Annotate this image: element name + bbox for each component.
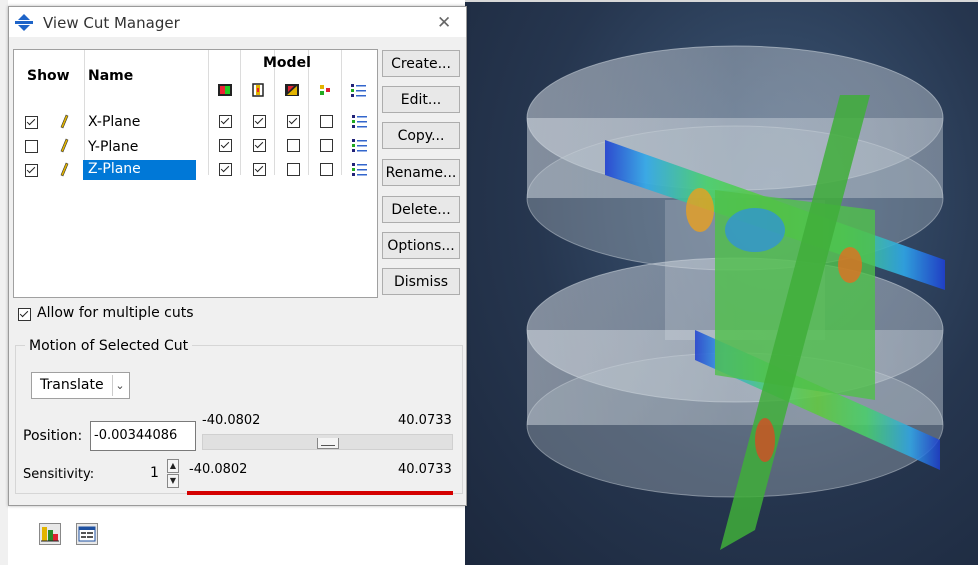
list-icon[interactable]	[351, 137, 369, 153]
delete-button[interactable]: Delete...	[382, 196, 460, 223]
contour-fill-icon[interactable]	[217, 82, 233, 98]
model-checkbox[interactable]	[219, 139, 232, 152]
model-checkbox[interactable]	[253, 139, 266, 152]
position-input[interactable]: -0.00344086	[90, 421, 196, 451]
motion-mode-select[interactable]: Translate ⌄	[31, 372, 130, 399]
pencil-icon[interactable]	[59, 114, 69, 130]
list-icon[interactable]	[351, 161, 369, 177]
motion-group-title: Motion of Selected Cut	[25, 338, 193, 354]
viewport-annotation-icon[interactable]	[76, 523, 98, 545]
sensitivity-min-label: -40.0802	[189, 462, 248, 477]
pencil-icon[interactable]	[59, 162, 69, 178]
sensitivity-down-button[interactable]: ▼	[167, 474, 179, 488]
free-body-icon[interactable]	[317, 82, 333, 98]
model-checkbox[interactable]	[287, 139, 300, 152]
show-checkbox[interactable]	[25, 116, 38, 129]
left-toolbox-strip	[0, 0, 8, 565]
model-checkbox[interactable]	[287, 115, 300, 128]
show-checkbox[interactable]	[25, 164, 38, 177]
chevron-down-icon[interactable]: ⌄	[112, 375, 127, 396]
model-checkbox[interactable]	[253, 115, 266, 128]
close-icon[interactable]: ✕	[437, 13, 451, 33]
show-checkbox[interactable]	[25, 140, 38, 153]
position-min-label: -40.0802	[202, 413, 261, 428]
dismiss-button[interactable]: Dismiss	[382, 268, 460, 295]
sensitivity-max-label: 40.0733	[398, 462, 452, 477]
list-icon[interactable]	[351, 113, 369, 129]
pencil-icon[interactable]	[59, 138, 69, 154]
header-name[interactable]: Name	[88, 68, 133, 84]
column-divider	[240, 50, 241, 175]
header-show[interactable]: Show	[27, 68, 70, 84]
cut-name[interactable]: Y-Plane	[88, 139, 138, 155]
position-slider-thumb[interactable]	[316, 438, 339, 449]
sensitivity-up-button[interactable]: ▲	[167, 459, 179, 473]
column-divider	[208, 50, 209, 175]
dialog-title: View Cut Manager	[43, 14, 180, 32]
column-divider	[84, 50, 85, 175]
dialog-titlebar[interactable]: View Cut Manager ✕	[9, 7, 466, 37]
model-checkbox[interactable]	[320, 139, 333, 152]
view-cut-manager-dialog: View Cut Manager ✕ Show Name Model X-Pla…	[8, 6, 467, 506]
position-value: -0.00344086	[94, 428, 178, 443]
allow-multiple-label[interactable]: Allow for multiple cuts	[37, 305, 194, 321]
model-viewport[interactable]	[465, 0, 978, 565]
column-divider	[341, 50, 342, 175]
model-checkbox[interactable]	[253, 163, 266, 176]
allow-multiple-checkbox[interactable]	[18, 308, 31, 321]
cut-name[interactable]: Z-Plane	[83, 160, 196, 180]
header-model[interactable]: Model	[263, 55, 311, 71]
sensitivity-range-bar	[187, 491, 453, 495]
options-button[interactable]: Options...	[382, 232, 460, 259]
view-cut-tool-icon[interactable]	[39, 523, 61, 545]
cut-name[interactable]: X-Plane	[88, 114, 140, 130]
model-checkbox[interactable]	[320, 163, 333, 176]
model-checkbox[interactable]	[320, 115, 333, 128]
model-checkbox[interactable]	[219, 163, 232, 176]
copy-button[interactable]: Copy...	[382, 122, 460, 149]
edit-button[interactable]: Edit...	[382, 86, 460, 113]
section-color-icon[interactable]	[284, 82, 300, 98]
view-cuts-table: Show Name Model X-Plane Y-Plane Z-Plane	[13, 49, 378, 298]
sensitivity-value: 1	[150, 465, 159, 481]
cut-plane-icon[interactable]	[250, 82, 266, 98]
list-icon[interactable]	[350, 82, 368, 98]
rename-button[interactable]: Rename...	[382, 159, 460, 186]
position-label: Position:	[23, 428, 83, 444]
create-button[interactable]: Create...	[382, 50, 460, 77]
model-checkbox[interactable]	[219, 115, 232, 128]
motion-mode-value: Translate	[40, 377, 104, 393]
position-max-label: 40.0733	[398, 413, 452, 428]
sensitivity-label: Sensitivity:	[23, 467, 95, 482]
model-checkbox[interactable]	[287, 163, 300, 176]
view-cut-icon	[15, 14, 33, 31]
viewport-render	[526, 45, 945, 550]
